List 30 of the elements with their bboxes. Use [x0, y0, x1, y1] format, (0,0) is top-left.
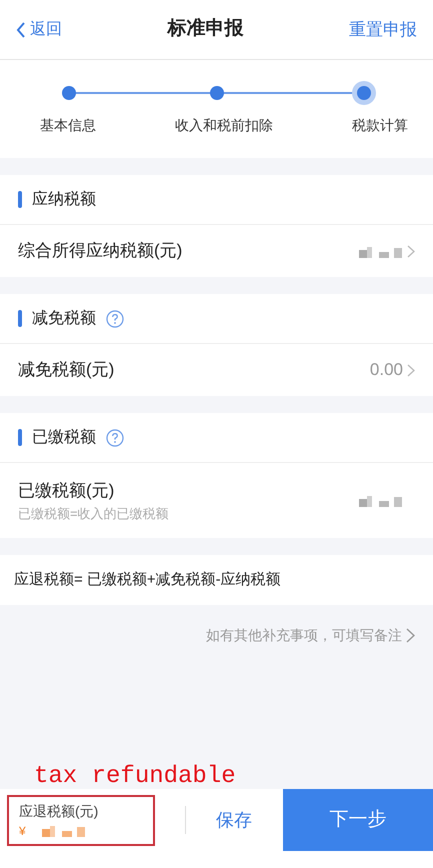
- section-title: 应纳税额: [32, 190, 96, 210]
- back-icon: [16, 22, 26, 38]
- section-marker: [18, 429, 22, 446]
- field-label: 减免税额(元): [18, 359, 114, 382]
- remark-link[interactable]: 如有其他补充事项，可填写备注: [206, 625, 415, 646]
- field-note: 已缴税额=收入的已缴税额: [18, 504, 169, 522]
- annotation-text: tax refundable: [33, 765, 236, 789]
- step-label: 税款计算: [352, 116, 408, 135]
- section-marker: [18, 310, 22, 327]
- page-title: 标准申报: [168, 16, 244, 42]
- chevron-icon: [406, 628, 415, 643]
- help-icon[interactable]: [106, 310, 124, 328]
- obscured-value: [359, 493, 403, 508]
- save-button[interactable]: 保存: [185, 806, 282, 834]
- reset-link[interactable]: 重置申报: [349, 16, 417, 42]
- formula-text: 应退税额= 已缴税额+减免税额-应纳税额: [14, 570, 281, 590]
- next-button[interactable]: 下一步: [283, 789, 433, 851]
- section-title: 减免税额: [32, 308, 96, 328]
- step-label: 收入和税前扣除: [175, 116, 273, 135]
- section-marker: [18, 191, 22, 208]
- back-link[interactable]: 返回: [16, 18, 62, 42]
- field-value: 0.00: [370, 359, 403, 382]
- help-icon[interactable]: [106, 428, 124, 446]
- currency-symbol: ¥: [19, 822, 26, 840]
- obscured-amount: [42, 823, 86, 838]
- field-label: 已缴税额(元): [18, 480, 116, 502]
- field-label: 综合所得应纳税额(元): [18, 240, 182, 262]
- section-title: 已缴税额: [32, 428, 96, 448]
- refund-label: 应退税额(元): [19, 802, 100, 821]
- step-label: 基本信息: [40, 116, 96, 135]
